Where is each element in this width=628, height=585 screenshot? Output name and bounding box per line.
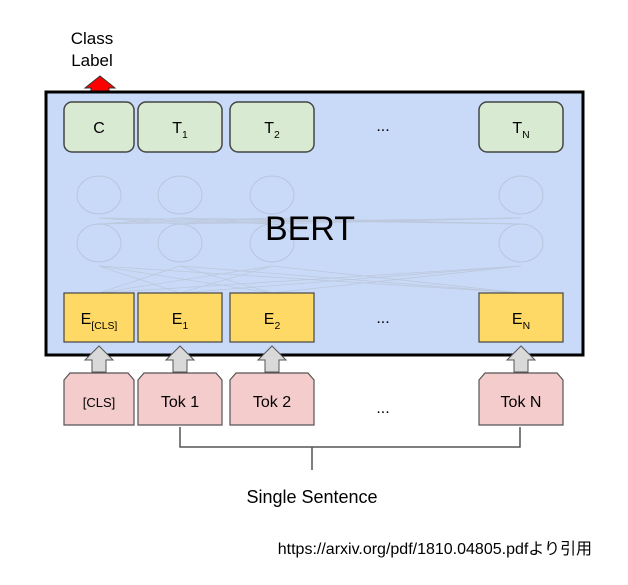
token-label: [CLS] [83, 395, 116, 410]
input-label: Single Sentence [246, 487, 377, 507]
token-label: Tok 1 [161, 394, 199, 411]
class-label-line2: Label [71, 51, 113, 70]
output-label: C [93, 120, 105, 137]
token-label: Tok 2 [253, 394, 291, 411]
embedding-box [63, 292, 135, 343]
embedding-ellipsis: ... [376, 310, 389, 327]
token-ellipsis: ... [376, 400, 389, 417]
source-note: https://arxiv.org/pdf/1810.04805.pdfより引用 [278, 540, 592, 558]
bert-diagram: Class Label BERT C T1 T2 TNE[CLS] E1 E2 EN[CLS… [44, 29, 592, 558]
token-label: Tok N [501, 394, 542, 411]
output-ellipsis: ... [376, 118, 389, 135]
sentence-bracket [179, 427, 521, 470]
bert-label: BERT [265, 210, 355, 248]
class-label-line1: Class [71, 29, 114, 48]
